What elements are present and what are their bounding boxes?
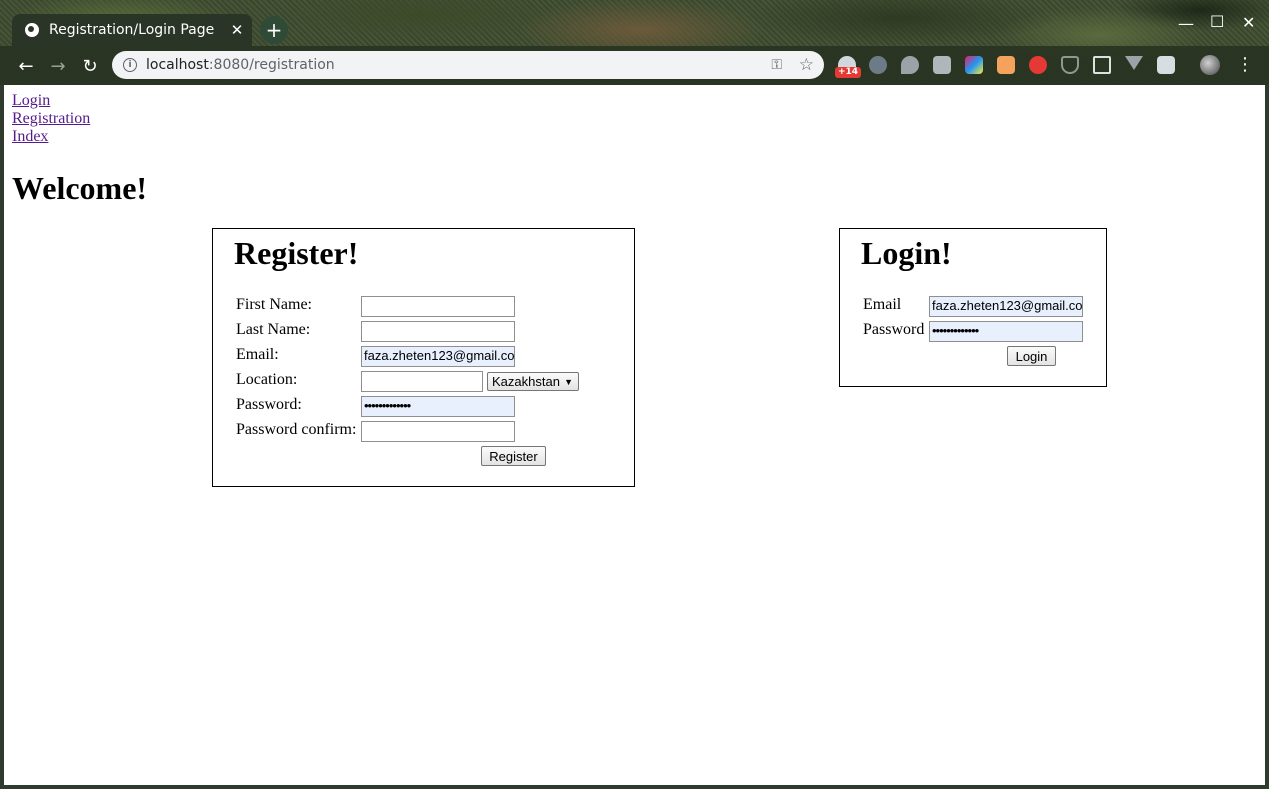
browser-chrome: Registration/Login Page ✕ + — ☐ ✕ ← → ↻ …: [0, 0, 1269, 85]
login-password-label: Password: [863, 321, 925, 338]
shield-icon[interactable]: [1061, 56, 1079, 74]
country-select-value: Kazakhstan: [492, 374, 560, 389]
browser-tab[interactable]: Registration/Login Page ✕: [12, 14, 252, 46]
camera-icon[interactable]: [933, 56, 951, 74]
tab-close-icon[interactable]: ✕: [226, 21, 248, 39]
bookmark-star-icon[interactable]: ☆: [799, 55, 814, 75]
new-tab-button[interactable]: +: [260, 16, 288, 44]
password-confirm-label: Password confirm:: [236, 421, 357, 438]
nav-link-index[interactable]: Index: [12, 128, 90, 146]
password-confirm-input[interactable]: [361, 421, 515, 442]
globe-icon: [25, 23, 39, 37]
maximize-icon[interactable]: ☐: [1210, 12, 1224, 31]
tab-title: Registration/Login Page: [49, 22, 215, 38]
block-hand-icon[interactable]: [1029, 56, 1047, 74]
profile-avatar[interactable]: [1200, 55, 1220, 75]
register-title: Register!: [234, 235, 359, 271]
reload-icon[interactable]: ↻: [77, 53, 103, 79]
back-arrow-icon[interactable]: ←: [13, 53, 39, 79]
register-password-input[interactable]: •••••••••••••: [361, 396, 515, 417]
country-select[interactable]: Kazakhstan ▼: [487, 372, 579, 391]
forward-arrow-icon[interactable]: →: [45, 53, 71, 79]
nav-link-login[interactable]: Login: [12, 92, 90, 110]
location-input[interactable]: [361, 371, 483, 392]
page-viewport: Login Registration Index Welcome! Regist…: [4, 85, 1265, 785]
password-label: Password:: [236, 396, 302, 413]
first-name-input[interactable]: [361, 296, 515, 317]
page-title: Welcome!: [12, 170, 148, 206]
minimize-icon[interactable]: —: [1178, 14, 1194, 33]
extension-icon-2[interactable]: [869, 56, 887, 74]
address-bar[interactable]: i localhost:8080/registration ⚿ ☆: [112, 51, 824, 79]
email-label: Email:: [236, 346, 279, 363]
first-name-label: First Name:: [236, 296, 312, 313]
extension-icon-11[interactable]: [1157, 56, 1175, 74]
login-password-input[interactable]: •••••••••••••: [929, 321, 1083, 342]
register-button[interactable]: Register: [481, 446, 546, 466]
login-button[interactable]: Login: [1007, 346, 1056, 366]
vue-devtools-icon[interactable]: [1125, 56, 1143, 70]
browser-toolbar: ← → ↻ i localhost:8080/registration ⚿ ☆ …: [0, 46, 1269, 85]
login-email-input[interactable]: faza.zheten123@gmail.com: [929, 296, 1083, 317]
register-form: Register! First Name: Last Name: Email: …: [212, 228, 635, 487]
register-email-input[interactable]: faza.zheten123@gmail.com: [361, 346, 515, 367]
extension-badge: +14: [835, 67, 862, 78]
info-icon[interactable]: i: [123, 58, 137, 72]
key-icon[interactable]: ⚿: [771, 57, 782, 73]
nav-links: Login Registration Index: [12, 92, 90, 146]
nav-link-registration[interactable]: Registration: [12, 110, 90, 128]
extension-icon-5[interactable]: [965, 56, 983, 74]
url-host: localhost: [146, 57, 209, 73]
location-label: Location:: [236, 371, 298, 388]
extension-icon-6[interactable]: [997, 56, 1015, 74]
url-path: :8080/registration: [208, 57, 335, 73]
login-title: Login!: [861, 235, 952, 271]
login-form: Login! Email faza.zheten123@gmail.com Pa…: [839, 228, 1107, 387]
last-name-label: Last Name:: [236, 321, 311, 338]
login-email-label: Email: [863, 296, 902, 313]
picture-in-picture-icon[interactable]: [1093, 56, 1111, 74]
chevron-down-icon: ▼: [564, 376, 573, 387]
close-window-icon[interactable]: ✕: [1242, 13, 1255, 32]
last-name-input[interactable]: [361, 321, 515, 342]
extension-icon-3[interactable]: [901, 56, 919, 74]
browser-menu-icon[interactable]: ⋮: [1236, 55, 1254, 75]
